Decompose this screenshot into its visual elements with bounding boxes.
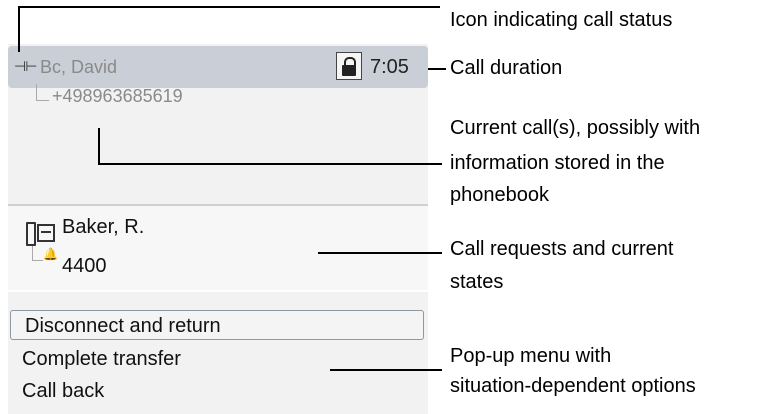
callout-line-calls bbox=[98, 163, 442, 165]
lock-icon bbox=[336, 52, 362, 80]
callout-line-requests bbox=[318, 252, 442, 254]
caller-name: Bc, David bbox=[40, 57, 118, 77]
phone-number: +498963685619 bbox=[52, 86, 183, 106]
annotation-current-calls-2: information stored in the bbox=[450, 152, 665, 174]
connected-icon: ⊣⊢ bbox=[14, 58, 37, 74]
tree-connector bbox=[36, 84, 49, 101]
menu-item-call-back[interactable]: Call back bbox=[8, 376, 428, 406]
annotation-requests-2: states bbox=[450, 271, 504, 293]
annotation-duration: Call duration bbox=[450, 57, 563, 79]
callout-line-duration bbox=[428, 68, 446, 70]
call-duration: 7:05 bbox=[370, 56, 409, 78]
bell-icon: 🔔 bbox=[43, 247, 58, 261]
annotation-menu-2: situation-dependent options bbox=[450, 375, 696, 397]
annotation-current-calls-1: Current call(s), possibly with bbox=[450, 117, 701, 139]
popup-menu: Disconnect and return Complete transfer … bbox=[8, 292, 428, 414]
callout-line-status bbox=[18, 6, 20, 52]
annotation-requests-1: Call requests and current bbox=[450, 238, 674, 260]
menu-item-disconnect-and-return[interactable]: Disconnect and return bbox=[10, 310, 424, 340]
callout-line-menu bbox=[330, 369, 442, 371]
request-number: 4400 bbox=[62, 255, 107, 277]
request-name: Baker, R. bbox=[62, 216, 145, 238]
annotation-current-calls-3: phonebook bbox=[450, 184, 549, 206]
annotation-menu-1: Pop-up menu with bbox=[450, 345, 612, 367]
phonebook-icon bbox=[26, 222, 55, 246]
tree-connector bbox=[32, 246, 43, 261]
phone-display: ⊣⊢ Bc, David 7:05 +498963685619 🔔 Baker,… bbox=[8, 0, 428, 414]
callout-line-status bbox=[18, 6, 440, 8]
annotation-status-icon: Icon indicating call status bbox=[450, 9, 673, 31]
callout-line-calls bbox=[98, 128, 100, 164]
